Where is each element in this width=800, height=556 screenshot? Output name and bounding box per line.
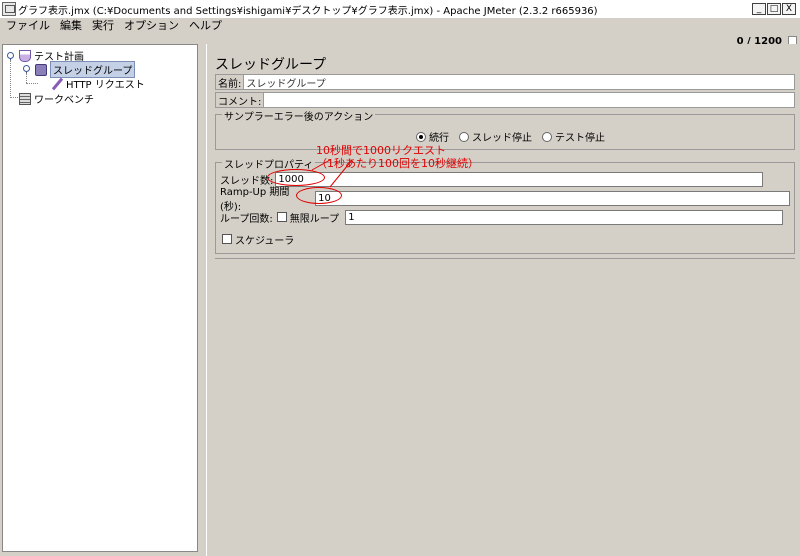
tree-connector [26,83,38,84]
annotation-line: 10秒間で1000リクエスト [316,144,446,157]
annotation-circle-threads [267,169,325,186]
tree-connector [10,60,11,98]
radio-continue[interactable]: 続行 [416,129,449,144]
tree-item-workbench[interactable]: ワークベンチ [19,91,94,106]
flask-icon [19,49,31,62]
comment-row: コメント: [215,92,795,108]
loop-count-field[interactable]: 1 [345,209,784,225]
tree-item-label: HTTP リクエスト [66,80,145,91]
thread-group-icon [35,63,47,76]
menu-help[interactable]: ヘルプ [189,17,222,33]
radio-stop-test[interactable]: テスト停止 [542,129,605,144]
rampup-field[interactable]: 10 [315,190,790,206]
radio-label: 続行 [429,133,449,144]
radio-stop-thread[interactable]: スレッド停止 [459,129,532,144]
tree-connector [26,73,27,83]
radio-label: テスト停止 [555,133,605,144]
threads-field[interactable]: 1000 [275,171,764,187]
comment-label: コメント: [216,93,264,108]
scheduler-label: スケジューラ [235,235,295,247]
scheduler-row: スケジューラ [222,231,294,247]
panel-divider [215,258,795,259]
maximize-button[interactable]: □ [767,3,781,15]
infinite-loop-label: 無限ループ [289,213,340,225]
radio-selected-icon [416,131,426,142]
scheduler-checkbox[interactable] [222,234,232,244]
pipette-icon [51,78,63,90]
test-tree[interactable]: テスト計画 スレッドグループ HTTP リクエスト ワークベンチ [2,44,198,552]
app-icon [2,2,16,16]
name-row: 名前: スレッドグループ [215,74,795,90]
minimize-button[interactable]: _ [752,3,766,15]
panel-title: スレッドグループ [215,57,327,73]
thread-group-panel: スレッドグループ 名前: スレッドグループ コメント: サンプラーエラー後のアク… [206,44,800,556]
annotation-circle-rampup [296,187,342,204]
loop-label: ループ回数: [220,213,273,225]
workbench-icon [19,92,31,105]
name-label: 名前: [216,75,244,90]
comment-field[interactable] [263,93,794,107]
infinite-loop-checkbox[interactable] [276,212,287,222]
pane-splitter[interactable] [199,44,206,556]
sampler-error-group: サンプラーエラー後のアクション 続行 スレッド停止 テスト停止 [215,108,795,150]
menu-edit[interactable]: 編集 [60,17,82,33]
expand-thread-group-icon[interactable] [23,65,30,75]
annotation-line: （1秒あたり100回を10秒継続） [316,157,479,170]
menu-run[interactable]: 実行 [92,17,114,33]
menu-bar: ファイル 編集 実行 オプション ヘルプ [0,18,800,32]
radio-icon [542,131,552,142]
tree-item-label: ワークベンチ [34,95,94,106]
close-button[interactable]: X [782,3,796,15]
window-title: グラフ表示.jmx (C:¥Documents and Settings¥ish… [18,5,598,17]
tree-item-http-request[interactable]: HTTP リクエスト [51,76,145,91]
menu-options[interactable]: オプション [124,17,179,33]
name-field[interactable]: スレッドグループ [243,75,794,90]
loop-row: ループ回数: 無限ループ 1 [220,209,790,225]
menu-file[interactable]: ファイル [6,17,50,33]
radio-icon [459,131,469,142]
expand-test-plan-icon[interactable] [7,52,14,62]
title-bar: グラフ表示.jmx (C:¥Documents and Settings¥ish… [0,0,800,18]
group-title: サンプラーエラー後のアクション [222,108,376,123]
radio-label: スレッド停止 [472,133,532,144]
annotation-text: 10秒間で1000リクエスト （1秒あたり100回を10秒継続） [316,144,479,170]
